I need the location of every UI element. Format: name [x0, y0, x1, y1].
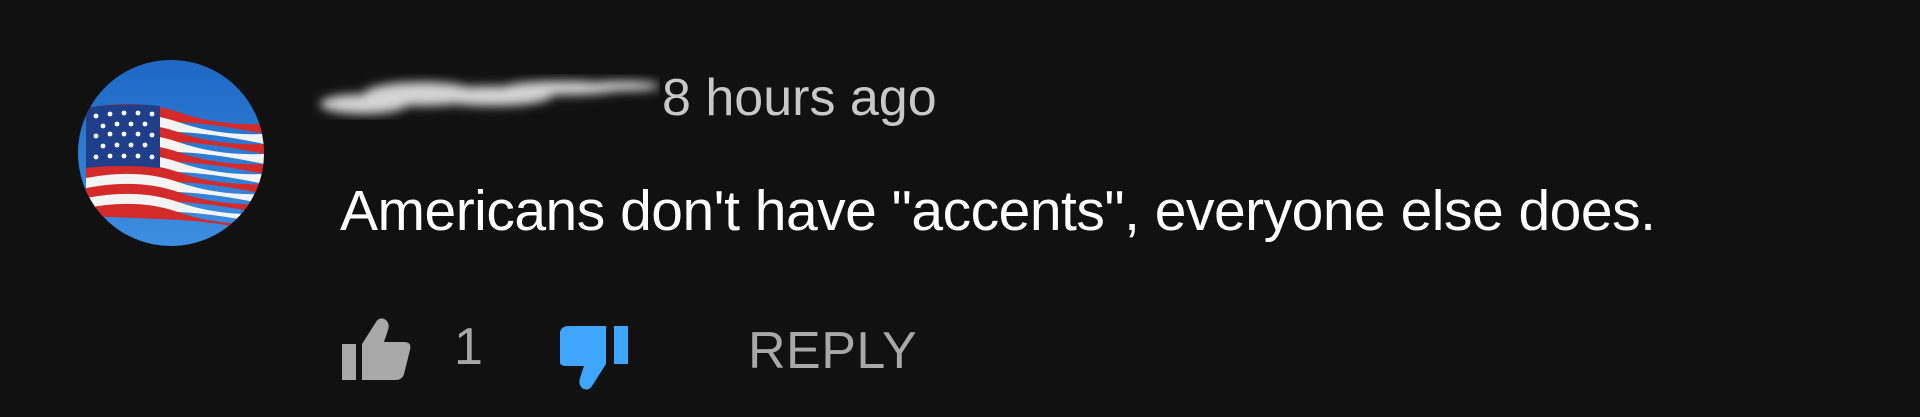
- author-name-redacted[interactable]: [312, 74, 660, 120]
- american-flag-avatar-icon: [78, 60, 264, 246]
- like-count: 1: [454, 318, 483, 376]
- thumbs-down-icon: [560, 326, 628, 390]
- comment-text: Americans don't have "accents", everyone…: [340, 179, 1656, 243]
- redaction-smudge: [320, 81, 660, 114]
- comment-timestamp[interactable]: 8 hours ago: [662, 68, 937, 128]
- like-button[interactable]: [340, 316, 412, 382]
- thumbs-up-icon: [342, 318, 411, 380]
- reply-button[interactable]: REPLY: [748, 318, 917, 384]
- avatar[interactable]: [78, 60, 264, 246]
- comment-actions: 1 REPLY: [340, 310, 1540, 390]
- dislike-button[interactable]: [560, 322, 636, 392]
